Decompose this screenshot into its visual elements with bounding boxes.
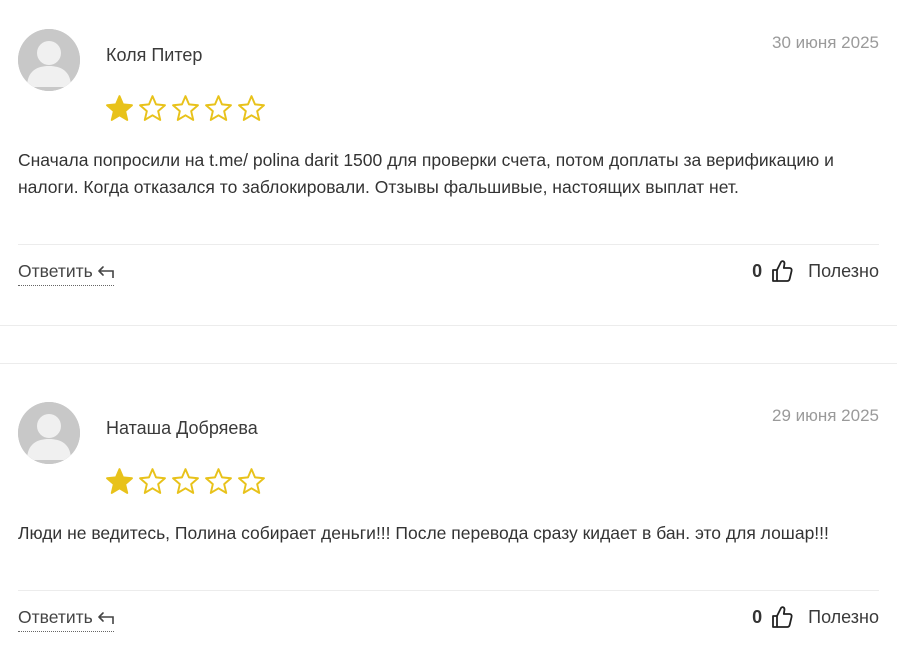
review-text: Сначала попросили на t.me/ polina darit … <box>18 150 834 197</box>
star-empty-icon <box>172 95 199 121</box>
author-name: Наташа Добряева <box>106 418 258 438</box>
star-filled-icon <box>106 95 133 121</box>
section-divider <box>0 363 897 364</box>
review-text: Люди не ведитесь, Полина собирает деньги… <box>18 523 829 543</box>
reply-label: Ответить <box>18 261 93 281</box>
helpful-button[interactable]: 0 Полезно <box>752 605 879 629</box>
reply-arrow-icon <box>98 265 114 278</box>
default-avatar-icon <box>18 402 80 464</box>
star-rating <box>105 94 270 123</box>
divider <box>18 244 879 245</box>
reply-label: Ответить <box>18 607 93 627</box>
helpful-button[interactable]: 0 Полезно <box>752 259 879 283</box>
star-empty-icon <box>238 468 265 494</box>
reply-arrow-icon <box>98 611 114 624</box>
avatar <box>18 402 80 464</box>
avatar <box>18 29 80 91</box>
thumbs-up-icon <box>772 606 793 628</box>
section-divider <box>0 325 897 326</box>
star-empty-icon <box>205 95 232 121</box>
default-avatar-icon <box>18 29 80 91</box>
helpful-count: 0 <box>752 606 763 627</box>
author-name: Коля Питер <box>106 45 203 65</box>
star-empty-icon <box>205 468 232 494</box>
reply-button[interactable]: Ответить <box>18 261 114 286</box>
review-date: 29 июня 2025 <box>771 406 879 425</box>
divider <box>18 590 879 591</box>
thumbs-up-icon <box>772 260 793 282</box>
star-filled-icon <box>106 468 133 494</box>
star-rating <box>105 467 270 496</box>
star-empty-icon <box>139 95 166 121</box>
helpful-label: Полезно <box>808 260 879 281</box>
helpful-label: Полезно <box>808 606 879 627</box>
star-empty-icon <box>139 468 166 494</box>
review-date: 30 июня 2025 <box>771 33 879 52</box>
star-empty-icon <box>238 95 265 121</box>
reply-button[interactable]: Ответить <box>18 607 114 632</box>
helpful-count: 0 <box>752 260 763 281</box>
star-empty-icon <box>172 468 199 494</box>
